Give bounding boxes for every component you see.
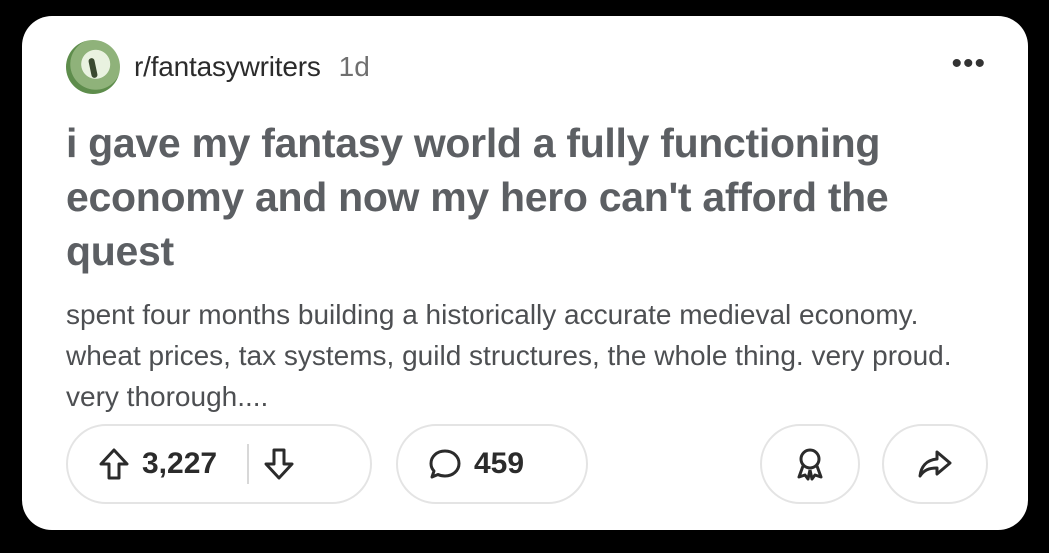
avatar-figure	[87, 57, 99, 79]
comments-button[interactable]: 459	[396, 424, 588, 504]
subreddit-name[interactable]: r/fantasywriters	[134, 51, 321, 83]
downvote-icon[interactable]	[263, 447, 295, 481]
post-actions: 3,227 459	[66, 424, 988, 504]
vote-divider	[247, 444, 250, 484]
award-button[interactable]	[760, 424, 860, 504]
post-card[interactable]: r/fantasywriters 1d ••• i gave my fantas…	[22, 16, 1028, 530]
subreddit-avatar[interactable]	[66, 40, 120, 94]
upvote-icon[interactable]	[98, 447, 130, 481]
post-header: r/fantasywriters 1d	[66, 40, 370, 94]
vote-pill: 3,227	[66, 424, 372, 504]
share-button[interactable]	[882, 424, 988, 504]
post-body[interactable]: spent four months building a historicall…	[66, 294, 996, 417]
upvote-count: 3,227	[142, 447, 218, 480]
more-options-button[interactable]: •••	[951, 49, 986, 79]
award-icon	[793, 446, 827, 482]
speech-bubble-icon	[428, 447, 462, 481]
post-title[interactable]: i gave my fantasy world a fully function…	[66, 116, 996, 278]
comment-count: 459	[474, 447, 525, 480]
post-age: 1d	[338, 51, 370, 82]
share-arrow-icon	[917, 448, 953, 480]
